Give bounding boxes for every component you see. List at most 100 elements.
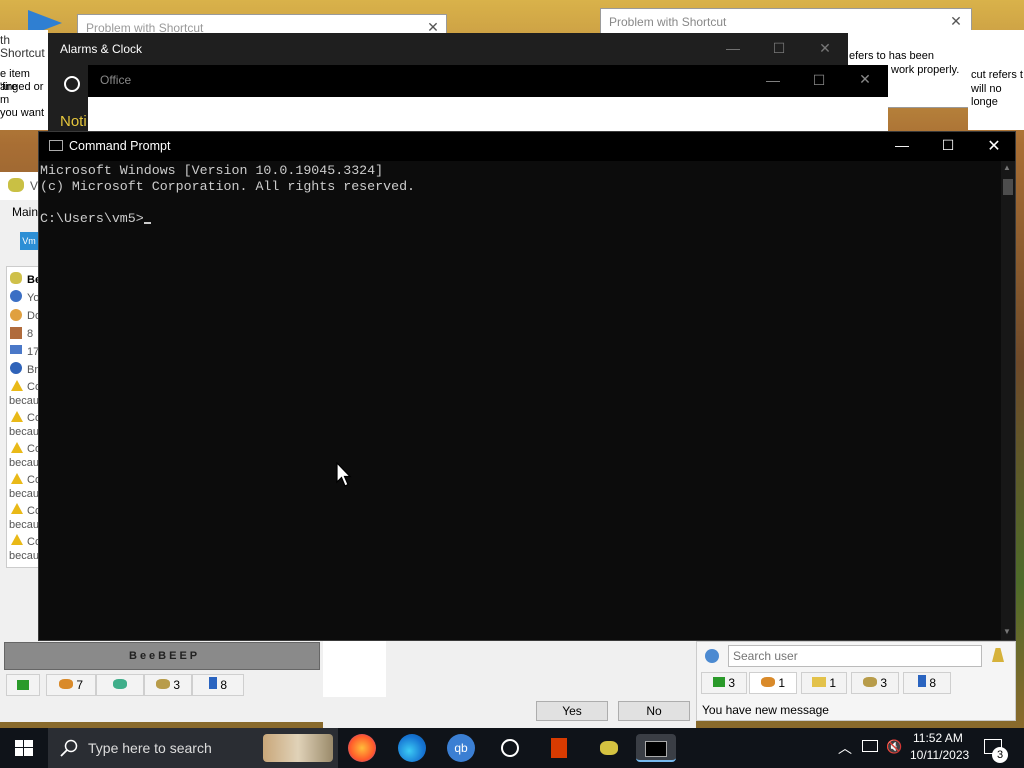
alarms-clock-icon[interactable] — [496, 734, 524, 762]
command-prompt-window[interactable]: Command Prompt — ☐ ✕ Microsoft Windows [… — [38, 131, 1016, 641]
beebeep-right-tabbar: 3 1 1 3 8 — [701, 672, 1001, 694]
cmd-icon — [49, 140, 63, 151]
white-panel — [323, 641, 386, 697]
dialog-text-line: efers to has been — [849, 50, 935, 62]
menu-main[interactable]: Main — [12, 205, 38, 219]
cmd-scrollbar[interactable]: ▲ ▼ — [1001, 161, 1015, 640]
tab-pins[interactable]: 8 — [192, 674, 244, 696]
users-icon — [760, 677, 775, 687]
minimize-icon[interactable]: — — [887, 137, 917, 153]
network-icon[interactable] — [862, 740, 878, 752]
users-icon — [58, 679, 73, 689]
yes-button[interactable]: Yes — [536, 701, 608, 721]
chevron-up-icon[interactable]: ︿ — [838, 738, 852, 758]
tab-chat[interactable] — [6, 674, 40, 696]
broadcast-icon — [10, 362, 22, 374]
window-title: Command Prompt — [69, 139, 171, 153]
tab-groups[interactable]: 3 — [144, 674, 192, 696]
console-prompt-line: C:\Users\vm5> — [40, 211, 1001, 227]
folder-icon — [811, 677, 826, 687]
search-user-input[interactable] — [728, 645, 982, 667]
dialog-title: Problem with Shortcut — [609, 15, 727, 29]
scroll-thumb[interactable] — [1003, 179, 1013, 195]
notification-list: Be Yo Do 8 17 Br Co becau Co becau Co be… — [6, 266, 41, 568]
dialog-text-line: work properly. — [891, 64, 960, 76]
dialog-bottom-strip: Yes No — [323, 641, 696, 728]
dialog-text-line: cut refers t — [971, 69, 1023, 81]
close-icon[interactable]: ✕ — [850, 71, 880, 88]
chats-icon — [113, 679, 127, 689]
problem-dialog-far-right: cut refers t will no longe — [968, 30, 1024, 130]
office-icon[interactable] — [545, 734, 573, 762]
tab-files[interactable]: 1 — [801, 672, 847, 694]
list-item: becau — [9, 426, 39, 438]
window-title: Alarms & Clock — [60, 42, 143, 56]
console-prompt: C:\Users\vm5> — [40, 211, 144, 226]
list-item: becau — [9, 488, 39, 500]
clock-time[interactable]: 11:52 AM — [913, 731, 963, 745]
cmd-titlebar[interactable]: Command Prompt — ☐ ✕ — [39, 132, 1015, 161]
warning-icon — [11, 411, 23, 422]
tab-chat[interactable]: 3 — [701, 672, 747, 694]
console-line: Microsoft Windows [Version 10.0.19045.33… — [40, 163, 384, 178]
text-cursor — [143, 222, 151, 224]
mouse-cursor-icon — [336, 462, 352, 487]
tab-chats[interactable] — [96, 674, 144, 696]
warning-icon — [11, 473, 23, 484]
console-line: (c) Microsoft Corporation. All rights re… — [40, 179, 416, 194]
warning-icon — [11, 503, 23, 514]
start-button[interactable] — [0, 728, 48, 768]
settings-icon[interactable] — [705, 649, 719, 663]
no-button[interactable]: No — [618, 701, 690, 721]
windows-logo-icon — [15, 740, 33, 756]
clock-date[interactable]: 10/11/2023 — [910, 748, 969, 762]
volume-muted-icon[interactable]: 🔇 — [886, 739, 902, 755]
scroll-up-icon[interactable]: ▲ — [1003, 163, 1011, 172]
tab-pins[interactable]: 8 — [903, 672, 951, 694]
list-item: 8 — [27, 328, 34, 340]
beebeep-window-right: 3 1 1 3 8 You have new message — [696, 641, 1016, 721]
vm-toolbar-icon[interactable]: Vm — [20, 232, 38, 250]
warning-icon — [11, 442, 23, 453]
minimize-icon[interactable]: — — [758, 72, 788, 88]
close-icon[interactable]: ✕ — [941, 13, 971, 30]
chat-icon — [17, 680, 29, 690]
note-icon — [10, 327, 22, 339]
download-icon — [10, 309, 22, 321]
chat-icon — [712, 677, 725, 687]
command-prompt-icon[interactable] — [636, 734, 676, 762]
tab-users[interactable]: 1 — [749, 672, 797, 694]
taskbar-search-box[interactable]: Type here to search — [48, 728, 338, 768]
edge-icon[interactable] — [398, 734, 426, 762]
dialog-text-line: anged or m — [0, 81, 44, 106]
tab-groups[interactable]: 3 — [851, 672, 899, 694]
bee-icon — [8, 178, 24, 192]
window-title: Office — [100, 73, 132, 87]
minimize-icon[interactable]: — — [718, 40, 748, 56]
tab-users[interactable]: 7 — [46, 674, 96, 696]
search-highlight-image-icon — [263, 734, 333, 762]
search-placeholder: Type here to search — [88, 740, 212, 756]
office-window: Office — ☐ ✕ — [88, 65, 888, 133]
maximize-icon[interactable]: ☐ — [933, 137, 963, 154]
list-item: Br — [27, 364, 38, 376]
maximize-icon[interactable]: ☐ — [804, 72, 834, 89]
qbittorrent-icon[interactable]: qb — [447, 734, 475, 762]
warning-icon — [11, 380, 23, 391]
scroll-down-icon[interactable]: ▼ — [1003, 627, 1011, 636]
close-icon[interactable]: ✕ — [810, 40, 840, 57]
status-message: You have new message — [702, 703, 829, 717]
clear-search-icon[interactable] — [992, 648, 1004, 662]
window-title: V — [30, 179, 39, 193]
close-icon[interactable]: ✕ — [979, 136, 1009, 156]
maximize-icon[interactable]: ☐ — [764, 40, 794, 57]
cmd-console[interactable]: Microsoft Windows [Version 10.0.19045.33… — [39, 161, 1001, 640]
firefox-icon[interactable] — [348, 734, 376, 762]
alarm-clock-icon[interactable] — [64, 76, 80, 92]
list-item: becau — [9, 457, 39, 469]
warning-icon — [11, 534, 23, 545]
notification-count-badge: 3 — [992, 747, 1008, 763]
list-item: becau — [9, 395, 39, 407]
beebeep-icon[interactable] — [595, 734, 623, 762]
groups-icon — [155, 679, 170, 689]
